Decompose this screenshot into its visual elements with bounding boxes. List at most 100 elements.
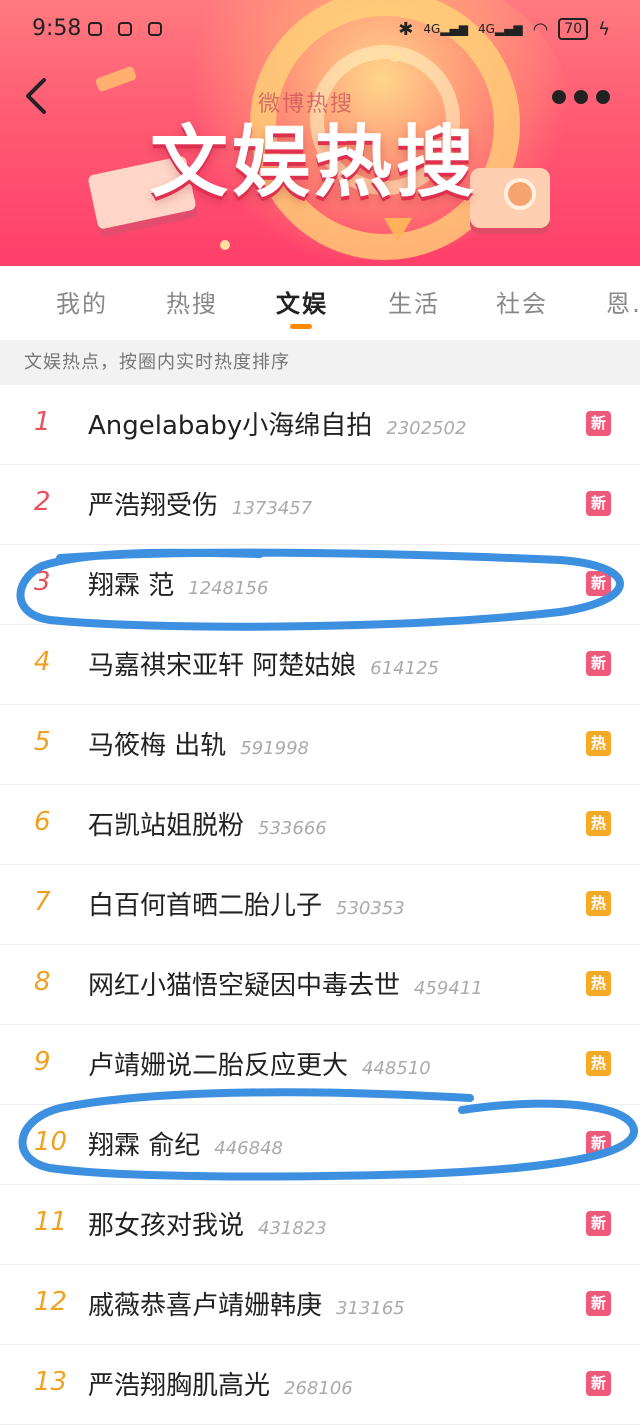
topic-title[interactable]: 卢靖姗说二胎反应更大 448510	[88, 1045, 431, 1082]
page-title: 文娱热搜	[150, 118, 479, 208]
rank-number: 4	[34, 647, 51, 677]
new-badge: 新	[586, 571, 611, 596]
topic-title-text: 马嘉祺宋亚轩 阿楚姑娘	[88, 651, 357, 681]
heat-count: 268106	[284, 1378, 353, 1399]
network-type: 4G	[477, 22, 495, 36]
list-item[interactable]: 5 马筱梅 出轨 591998 热	[0, 705, 640, 785]
topic-title[interactable]: 戚薇恭喜卢靖姗韩庚 313165	[88, 1285, 405, 1322]
heat-count: 1248156	[188, 578, 269, 599]
heat-count: 446848	[214, 1138, 283, 1159]
heat-count: 533666	[258, 818, 327, 839]
heat-count: 1373457	[232, 498, 313, 519]
hot-badge: 热	[586, 971, 611, 996]
status-bar: 9:58 ✱ 4G▂▄▆ 4G▂▄▆ ◠ 70 ϟ	[0, 0, 640, 60]
list-item[interactable]: 8 网红小猫悟空疑因中毒去世 459411 热	[0, 945, 640, 1025]
status-icons: ✱ 4G▂▄▆ 4G▂▄▆ ◠ 70 ϟ	[398, 18, 610, 40]
heat-count: 313165	[336, 1298, 405, 1319]
tab-entertainment[interactable]: 文娱	[276, 284, 328, 319]
hot-badge: 热	[586, 731, 611, 756]
new-badge: 新	[586, 411, 611, 436]
header-banner: 9:58 ✱ 4G▂▄▆ 4G▂▄▆ ◠ 70 ϟ 微博热搜 文娱热搜	[0, 0, 640, 266]
heat-count: 530353	[336, 898, 405, 919]
category-tabs: 我的 热搜 文娱 生活 社会 恩…	[0, 266, 640, 340]
list-item[interactable]: 7 白百何首晒二胎儿子 530353 热	[0, 865, 640, 945]
trending-list: 1 Angelababy小海绵自拍 2302502 新 2 严浩翔受伤 1373457 新 3 翔…	[0, 385, 640, 1425]
back-button[interactable]	[20, 74, 60, 122]
topic-title[interactable]: 翔霖 范 1248156	[88, 565, 268, 602]
list-item[interactable]: 6 石凯站姐脱粉 533666 热	[0, 785, 640, 865]
list-item[interactable]: 4 马嘉祺宋亚轩 阿楚姑娘 614125 新	[0, 625, 640, 705]
list-item[interactable]: 12 戚薇恭喜卢靖姗韩庚 313165 新	[0, 1265, 640, 1345]
camera-icon	[470, 168, 550, 228]
heat-count: 591998	[240, 738, 309, 759]
tab-more[interactable]: 恩…	[606, 284, 640, 319]
topic-title-text: 翔霖 俞纪	[88, 1131, 201, 1161]
rank-number: 13	[34, 1367, 68, 1397]
notification-icon	[118, 22, 132, 36]
bluetooth-icon: ✱	[398, 18, 414, 40]
new-badge: 新	[586, 651, 611, 676]
list-item[interactable]: 10 翔霖 俞纪 446848 新	[0, 1105, 640, 1185]
new-badge: 新	[586, 491, 611, 516]
topic-title[interactable]: 网红小猫悟空疑因中毒去世 459411	[88, 965, 483, 1002]
list-item[interactable]: 11 那女孩对我说 431823 新	[0, 1185, 640, 1265]
rank-number: 2	[34, 487, 51, 517]
hot-badge: 热	[586, 891, 611, 916]
topic-title[interactable]: 那女孩对我说 431823	[88, 1205, 327, 1242]
topic-title[interactable]: 马筱梅 出轨 591998	[88, 725, 309, 762]
new-badge: 新	[586, 1371, 611, 1396]
new-badge: 新	[586, 1211, 611, 1236]
wifi-icon: ◠	[532, 18, 549, 40]
heat-count: 614125	[370, 658, 439, 679]
topic-title[interactable]: 马嘉祺宋亚轩 阿楚姑娘 614125	[88, 645, 439, 682]
hot-badge: 热	[586, 1051, 611, 1076]
topic-title[interactable]: 白百何首晒二胎儿子 530353	[88, 885, 405, 922]
rank-number: 10	[34, 1127, 68, 1157]
more-dot-icon	[596, 90, 610, 104]
topic-title-text: 戚薇恭喜卢靖姗韩庚	[88, 1291, 323, 1321]
topic-title-text: 那女孩对我说	[88, 1211, 245, 1241]
topic-title-text: 白百何首晒二胎儿子	[88, 891, 323, 921]
status-time: 9:58	[32, 16, 82, 41]
heat-count: 459411	[414, 978, 483, 999]
rank-number: 8	[34, 967, 51, 997]
tab-mine[interactable]: 我的	[56, 284, 108, 319]
tab-hot[interactable]: 热搜	[166, 284, 218, 319]
topic-title-text: 石凯站姐脱粉	[88, 811, 245, 841]
list-item[interactable]: 1 Angelababy小海绵自拍 2302502 新	[0, 385, 640, 465]
topic-title-text: 卢靖姗说二胎反应更大	[88, 1051, 349, 1081]
topic-title[interactable]: 严浩翔胸肌高光 268106	[88, 1365, 353, 1402]
banner-ribbon-decoration	[94, 65, 138, 93]
topic-title[interactable]: 翔霖 俞纪 446848	[88, 1125, 283, 1162]
list-item[interactable]: 13 严浩翔胸肌高光 268106 新	[0, 1345, 640, 1425]
heat-count: 448510	[362, 1058, 431, 1079]
topic-title-text: 严浩翔胸肌高光	[88, 1371, 271, 1401]
tab-society[interactable]: 社会	[496, 284, 548, 319]
rank-number: 6	[34, 807, 51, 837]
triangle-decoration	[384, 218, 412, 242]
list-item[interactable]: 9 卢靖姗说二胎反应更大 448510 热	[0, 1025, 640, 1105]
section-note-text: 文娱热点，按圈内实时热度排序	[24, 352, 290, 373]
chevron-left-icon	[26, 78, 46, 114]
more-dot-icon	[552, 90, 566, 104]
active-tab-indicator	[290, 324, 312, 329]
charging-icon: ϟ	[598, 18, 610, 40]
notification-icon	[148, 22, 162, 36]
list-item[interactable]: 3 翔霖 范 1248156 新	[0, 545, 640, 625]
topic-title-text: Angelababy小海绵自拍	[88, 411, 373, 441]
new-badge: 新	[586, 1131, 611, 1156]
tab-life[interactable]: 生活	[388, 284, 440, 319]
list-item[interactable]: 2 严浩翔受伤 1373457 新	[0, 465, 640, 545]
rank-number: 1	[34, 407, 51, 437]
dot-decoration	[220, 240, 230, 250]
hot-badge: 热	[586, 811, 611, 836]
heat-count: 431823	[258, 1218, 327, 1239]
topic-title[interactable]: Angelababy小海绵自拍 2302502	[88, 405, 466, 442]
rank-number: 7	[34, 887, 51, 917]
topic-title[interactable]: 石凯站姐脱粉 533666	[88, 805, 327, 842]
topic-title-text: 网红小猫悟空疑因中毒去世	[88, 971, 401, 1001]
battery-icon: 70	[558, 18, 589, 40]
topic-title[interactable]: 严浩翔受伤 1373457	[88, 485, 312, 522]
more-button[interactable]	[550, 90, 610, 106]
signal-icon: 4G▂▄▆	[477, 22, 523, 36]
